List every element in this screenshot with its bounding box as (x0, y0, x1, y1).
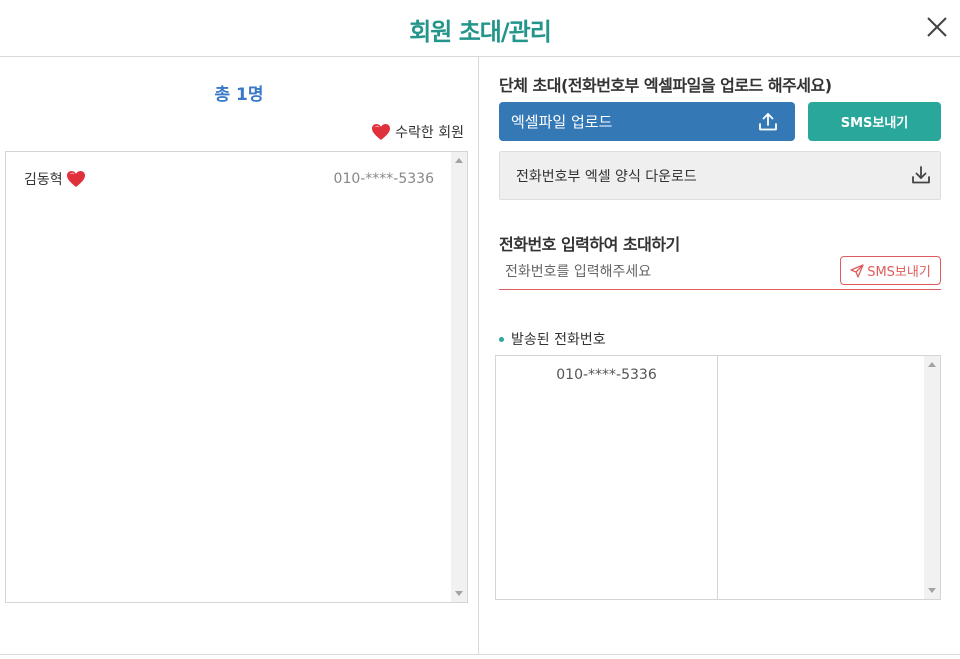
heart-icon (66, 171, 85, 187)
sent-column-divider (717, 356, 718, 599)
member-list-scrollbar[interactable] (451, 152, 467, 602)
phone-input[interactable] (499, 256, 829, 288)
excel-template-download-label: 전화번호부 엑셀 양식 다운로드 (516, 168, 697, 185)
list-item[interactable]: 김동혁 010-****-5336 (24, 168, 434, 190)
scroll-down-icon[interactable] (928, 588, 936, 593)
member-name: 김동혁 (24, 172, 63, 188)
member-name-wrap: 김동혁 (24, 169, 86, 189)
footer-divider (0, 654, 960, 655)
phone-input-row: SMS보내기 (499, 256, 941, 290)
accepted-legend: 수락한 회원 (371, 122, 464, 142)
sent-numbers-title-label: 발송된 전화번호 (511, 332, 606, 348)
member-phone: 010-****-5336 (333, 171, 434, 187)
close-icon[interactable] (924, 14, 950, 40)
excel-upload-label: 엑셀파일 업로드 (511, 113, 613, 131)
scroll-down-icon[interactable] (455, 591, 463, 596)
excel-template-download-button[interactable]: 전화번호부 엑셀 양식 다운로드 (499, 151, 941, 200)
modal-header: 회원 초대/관리 (0, 0, 960, 57)
phone-sms-send-label: SMS보내기 (867, 265, 931, 280)
group-invite-title: 단체 초대(전화번호부 엑셀파일을 업로드 해주세요) (499, 76, 832, 95)
bullet-dot-icon (499, 336, 504, 342)
member-total: 총 1명 (214, 85, 264, 105)
panel-divider (478, 57, 479, 655)
close-button[interactable] (924, 14, 950, 40)
scroll-up-icon[interactable] (928, 362, 936, 367)
upload-icon (759, 113, 777, 131)
member-list[interactable]: 김동혁 010-****-5336 (5, 151, 468, 603)
heart-icon (372, 124, 391, 140)
paper-plane-icon (850, 263, 864, 278)
sent-numbers-title: 발송된 전화번호 (499, 329, 606, 349)
modal-title: 회원 초대/관리 (409, 18, 552, 46)
download-icon (912, 166, 930, 184)
phone-invite-title: 전화번호 입력하여 초대하기 (499, 235, 680, 254)
group-sms-send-button[interactable]: SMS보내기 (808, 102, 941, 141)
sent-list-scrollbar[interactable] (924, 356, 940, 599)
list-item: 010-****-5336 (556, 367, 657, 383)
scroll-up-icon[interactable] (455, 158, 463, 163)
accepted-legend-label: 수락한 회원 (395, 125, 464, 141)
excel-upload-button[interactable]: 엑셀파일 업로드 (499, 102, 795, 141)
sent-numbers-list[interactable]: 010-****-5336 (495, 355, 941, 600)
phone-sms-send-button[interactable]: SMS보내기 (840, 256, 941, 285)
